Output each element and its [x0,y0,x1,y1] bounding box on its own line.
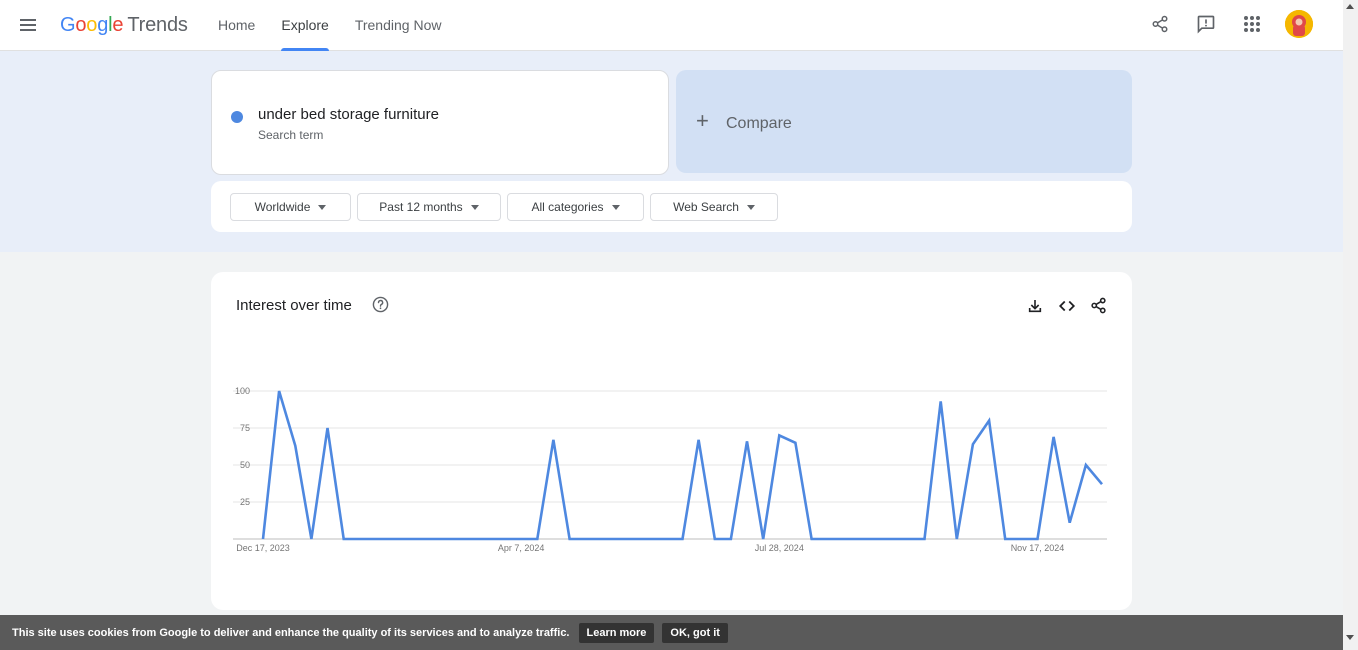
feedback-icon[interactable] [1193,11,1219,37]
compare-label: Compare [726,115,792,132]
page-scrollbar[interactable] [1343,0,1358,650]
logo-letter: o [86,14,98,36]
x-tick-label: Dec 17, 2023 [236,543,290,553]
google-trends-logo[interactable]: Google Trends [60,14,188,37]
cookie-banner: This site uses cookies from Google to de… [0,615,1343,650]
filter-search-type[interactable]: Web Search [650,193,778,221]
ok-got-it-button[interactable]: OK, got it [662,622,728,643]
nav-trending-now[interactable]: Trending Now [355,0,442,51]
menu-icon[interactable] [18,16,38,34]
logo-letter: G [60,14,76,36]
term-color-dot [231,111,243,123]
filter-location[interactable]: Worldwide [230,193,351,221]
chevron-down-icon [611,204,620,210]
filter-label: Web Search [673,200,739,214]
chevron-down-icon [746,204,755,210]
y-tick-label: 25 [240,497,250,507]
plus-icon: + [696,108,709,133]
avatar[interactable] [1285,10,1313,38]
y-tick-label: 50 [240,460,250,470]
scroll-up-arrow-icon[interactable] [1346,4,1354,9]
x-tick-label: Jul 28, 2024 [755,543,804,553]
nav-explore[interactable]: Explore [281,0,330,51]
filter-label: Worldwide [254,200,311,214]
x-tick-label: Apr 7, 2024 [498,543,545,553]
apps-icon[interactable] [1239,11,1265,37]
chevron-down-icon [318,204,327,210]
interest-line-chart[interactable]: 25 50 75 100 Dec 17, 2023 Apr 7, 2024 Jul 28, … [211,272,1132,610]
header-actions [1147,10,1313,38]
compare-button[interactable]: + Compare [676,70,1132,173]
nav-home[interactable]: Home [218,0,255,51]
share-icon[interactable] [1147,11,1173,37]
logo-letter: e [112,14,124,36]
y-tick-label: 100 [235,386,250,396]
filter-label: Past 12 months [379,200,463,214]
x-tick-label: Nov 17, 2024 [1011,543,1065,553]
filter-time-range[interactable]: Past 12 months [357,193,501,221]
logo-letter: o [75,14,87,36]
top-bar: Google Trends Home Explore Trending Now [0,0,1343,51]
filter-category[interactable]: All categories [507,193,644,221]
logo-letter: g [97,14,109,36]
filter-bar: Worldwide Past 12 months All categories … [211,181,1132,232]
interest-over-time-card: Interest over time 25 50 75 100 Dec 17, 2023… [211,272,1132,610]
y-tick-label: 75 [240,423,250,433]
logo-suffix: Trends [127,14,188,36]
chevron-down-icon [470,204,479,210]
search-term-subtitle: Search term [258,128,324,142]
cookie-text: This site uses cookies from Google to de… [12,626,570,639]
main-nav: Home Explore Trending Now [218,0,441,51]
scroll-down-arrow-icon[interactable] [1346,635,1354,640]
filter-label: All categories [531,200,604,214]
search-term-card[interactable]: under bed storage furniture Search term [211,70,669,175]
learn-more-button[interactable]: Learn more [578,622,655,643]
search-term-text: under bed storage furniture [258,106,439,123]
